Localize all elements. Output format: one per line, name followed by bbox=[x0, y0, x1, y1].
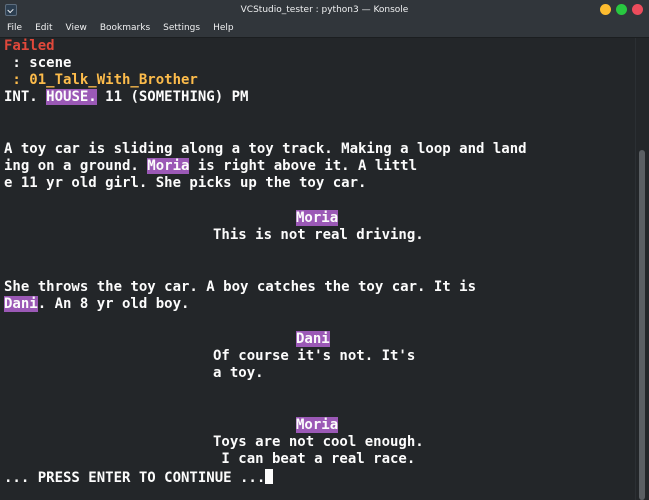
maximize-button[interactable] bbox=[616, 4, 627, 15]
menu-settings[interactable]: Settings bbox=[156, 20, 206, 37]
heading-location: HOUSE. bbox=[46, 89, 97, 105]
continue-prompt: ... PRESS ENTER TO CONTINUE ... bbox=[4, 469, 274, 486]
action-line: e 11 yr old girl. She picks up the toy c… bbox=[4, 175, 367, 191]
character-highlight: Dani bbox=[296, 331, 330, 347]
konsole-window: VCStudio_tester : python3 — Konsole File… bbox=[0, 0, 649, 500]
character-highlight: Moria bbox=[296, 210, 339, 226]
menu-bookmarks[interactable]: Bookmarks bbox=[93, 20, 156, 37]
scrollbar-thumb[interactable] bbox=[639, 150, 645, 500]
minimize-button[interactable] bbox=[600, 4, 611, 15]
character-name: Moria bbox=[296, 210, 339, 227]
terminal-output[interactable]: Failed : scene : 01_Talk_With_Brother IN… bbox=[0, 38, 636, 500]
menu-help[interactable]: Help bbox=[206, 20, 240, 37]
dialogue-line: I can beat a real race. bbox=[213, 451, 416, 467]
heading-prefix: INT. bbox=[4, 89, 47, 105]
dialogue-line: Toys are not cool enough. bbox=[213, 434, 424, 450]
heading-suffix: 11 (SOMETHING) PM bbox=[96, 89, 249, 105]
menu-edit[interactable]: Edit bbox=[28, 20, 58, 37]
title-bar[interactable]: VCStudio_tester : python3 — Konsole bbox=[0, 0, 649, 20]
character-name: Moria bbox=[296, 417, 339, 434]
scene-heading: INT. HOUSE. 11 (SOMETHING) PM bbox=[4, 89, 248, 106]
window-title: VCStudio_tester : python3 — Konsole bbox=[240, 5, 409, 15]
text-cursor bbox=[265, 469, 274, 484]
scene-key-line: : scene bbox=[4, 55, 72, 71]
action-text: . An 8 yr old boy. bbox=[37, 296, 190, 312]
failed-status: Failed bbox=[4, 38, 55, 54]
action-line: Dani. An 8 yr old boy. bbox=[4, 296, 189, 313]
action-line: She throws the toy car. A boy catches th… bbox=[4, 279, 477, 295]
action-line: A toy car is sliding along a toy track. … bbox=[4, 141, 527, 157]
action-line: ing on a ground. Moria is right above it… bbox=[4, 158, 417, 175]
scrollbar[interactable] bbox=[635, 38, 649, 500]
scene-name-line: : 01_Talk_With_Brother bbox=[4, 72, 198, 88]
character-highlight: Dani bbox=[4, 296, 38, 312]
menu-bar: File Edit View Bookmarks Settings Help bbox=[0, 20, 649, 38]
close-button[interactable] bbox=[632, 4, 643, 15]
action-text: is right above it. A littl bbox=[189, 158, 418, 174]
window-controls bbox=[600, 4, 643, 15]
character-highlight: Moria bbox=[147, 158, 190, 174]
menu-file[interactable]: File bbox=[0, 20, 28, 37]
dialogue-line: This is not real driving. bbox=[213, 227, 424, 243]
dialogue-line: Of course it's not. It's bbox=[213, 348, 416, 364]
character-highlight: Moria bbox=[296, 417, 339, 433]
dialogue-line: a toy. bbox=[213, 365, 264, 381]
action-text: ing on a ground. bbox=[4, 158, 148, 174]
prompt-text: ... PRESS ENTER TO CONTINUE ... bbox=[4, 470, 266, 486]
menu-view[interactable]: View bbox=[59, 20, 93, 37]
terminal-app-icon bbox=[5, 4, 17, 16]
character-name: Dani bbox=[296, 331, 330, 348]
